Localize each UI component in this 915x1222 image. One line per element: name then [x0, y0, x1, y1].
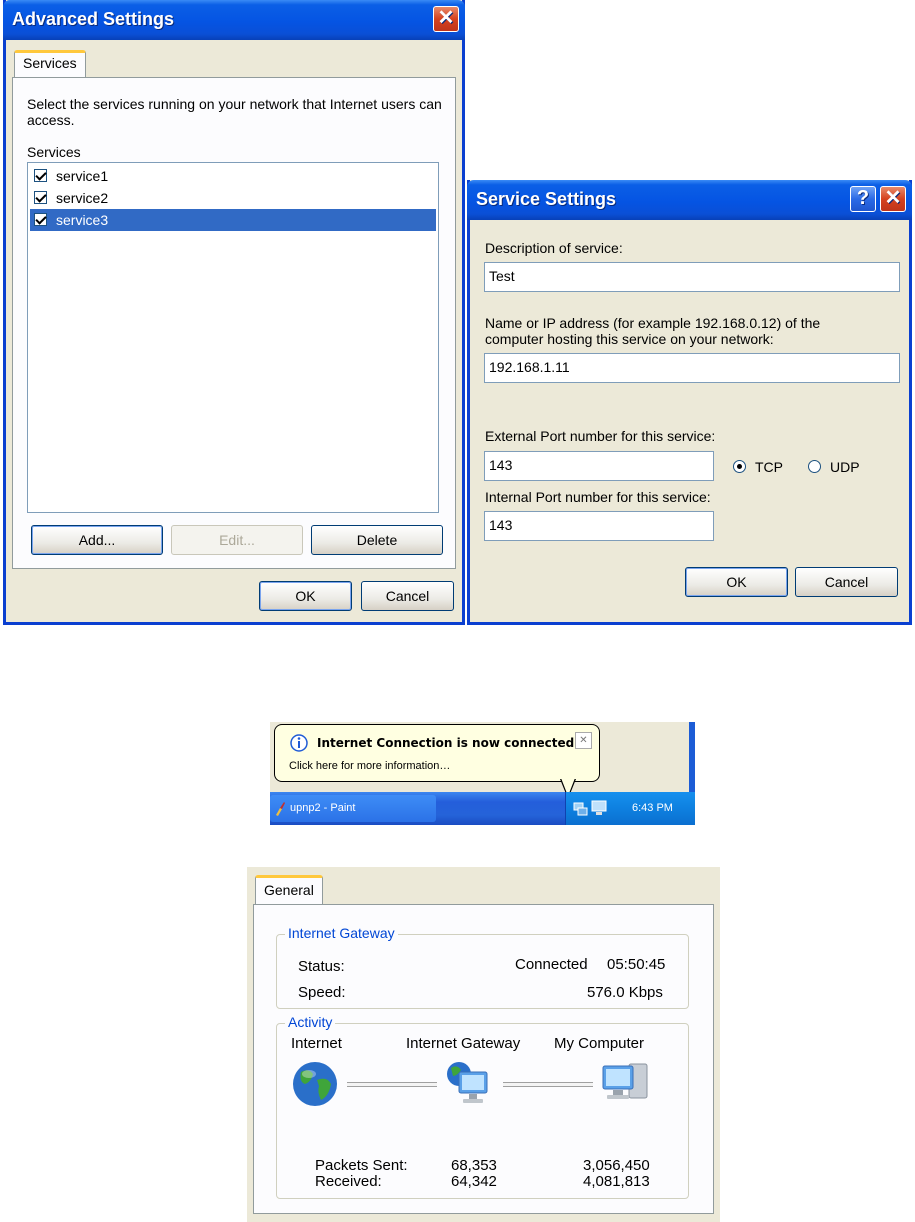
host-address-field[interactable]: 192.168.1.11 — [484, 353, 900, 383]
external-port-label: External Port number for this service: — [485, 428, 716, 444]
connection-status-panel: General Internet Gateway Status: Connect… — [247, 867, 720, 1222]
link-internet-gateway — [347, 1082, 437, 1087]
close-icon[interactable]: ✕ — [880, 186, 906, 212]
computer-packets-sent: 3,056,450 — [583, 1157, 650, 1174]
tab-services[interactable]: Services — [14, 50, 86, 78]
add-button[interactable]: Add... — [31, 525, 163, 555]
activity-group-title: Activity — [285, 1014, 336, 1030]
list-item-service1[interactable]: service1 — [30, 165, 436, 187]
ok-button[interactable]: OK — [685, 567, 788, 597]
host-label-line1: Name or IP address (for example 192.168.… — [485, 315, 821, 331]
notification-message[interactable]: Click here for more information… — [289, 760, 450, 772]
advanced-settings-client: Services Select the services running on … — [6, 40, 462, 622]
gateway-computer-icon — [447, 1062, 488, 1103]
gateway-group: Internet Gateway Status: Connected 05:50… — [276, 925, 689, 1009]
taskbar-notification: Internet Connection is now connected ✕ C… — [270, 722, 695, 825]
status-value: Connected — [515, 956, 588, 973]
received-label: Received: — [315, 1173, 382, 1190]
tcp-label[interactable]: TCP — [755, 459, 783, 475]
internal-port-label: Internal Port number for this service: — [485, 489, 711, 505]
speed-label: Speed: — [298, 984, 346, 1001]
host-label-line2: computer hosting this service on your ne… — [485, 331, 774, 347]
help-icon[interactable]: ? — [850, 186, 876, 212]
gateway-group-title: Internet Gateway — [285, 925, 398, 941]
my-computer-icon — [602, 1063, 648, 1099]
services-list-label: Services — [27, 144, 81, 160]
service-settings-window: Service Settings ? ✕ Description of serv… — [467, 180, 912, 625]
taskbar-item-paint[interactable]: upnp2 - Paint — [270, 795, 436, 822]
node-computer-label: My Computer — [554, 1035, 645, 1052]
gateway-packets-received: 64,342 — [451, 1173, 497, 1190]
list-item-service2[interactable]: service2 — [30, 187, 436, 209]
advanced-settings-title: Advanced Settings — [12, 9, 175, 29]
edit-button[interactable]: Edit... — [171, 525, 303, 555]
node-internet-label: Internet — [291, 1035, 342, 1052]
description-label: Description of service: — [485, 240, 623, 256]
clock[interactable]: 6:43 PM — [632, 802, 673, 814]
system-tray: 6:43 PM — [565, 792, 695, 825]
service-settings-title: Service Settings — [476, 189, 617, 209]
service2-label: service2 — [56, 190, 109, 206]
tcp-radio[interactable] — [733, 460, 746, 473]
service-settings-client: Description of service: Test Name or IP … — [470, 220, 909, 622]
info-icon — [290, 734, 308, 752]
service-settings-titlebar[interactable]: Service Settings ? ✕ — [467, 180, 912, 220]
tab-services-label: Services — [23, 55, 77, 71]
computer-tray-icon[interactable] — [591, 800, 609, 816]
external-port-field[interactable]: 143 — [484, 451, 714, 481]
connection-duration: 05:50:45 — [607, 956, 666, 973]
advanced-settings-window: Advanced Settings ✕ Services Select the … — [3, 0, 465, 625]
internal-port-field[interactable]: 143 — [484, 511, 714, 541]
speed-value: 576.0 Kbps — [587, 984, 663, 1001]
close-icon[interactable]: ✕ — [433, 6, 459, 32]
service1-label: service1 — [56, 168, 109, 184]
services-panel: Select the services running on your netw… — [12, 77, 456, 569]
tab-general[interactable]: General — [255, 875, 323, 905]
computer-packets-received: 4,081,813 — [583, 1173, 650, 1190]
link-gateway-computer — [503, 1082, 593, 1087]
node-gateway-label: Internet Gateway — [406, 1035, 521, 1052]
activity-group: Activity Internet Internet Gateway My Co… — [276, 1014, 689, 1199]
cancel-button[interactable]: Cancel — [361, 581, 454, 611]
notification-title: Internet Connection is now connected — [317, 736, 575, 750]
general-panel: Internet Gateway Status: Connected 05:50… — [253, 904, 714, 1214]
paint-icon — [276, 802, 285, 816]
tab-general-label: General — [264, 882, 314, 898]
notification-balloon[interactable]: Internet Connection is now connected ✕ C… — [274, 724, 600, 782]
udp-label[interactable]: UDP — [830, 459, 860, 475]
udp-radio[interactable] — [808, 460, 821, 473]
gateway-packets-sent: 68,353 — [451, 1157, 497, 1174]
delete-button[interactable]: Delete — [311, 525, 443, 555]
packets-sent-label: Packets Sent: — [315, 1157, 408, 1174]
advanced-settings-titlebar[interactable]: Advanced Settings ✕ — [3, 0, 465, 40]
task-label: upnp2 - Paint — [290, 802, 356, 814]
service3-checkbox[interactable] — [34, 213, 47, 226]
services-list[interactable]: service1 service2 service3 — [27, 162, 439, 513]
notification-close-button[interactable]: ✕ — [575, 732, 592, 749]
globe-icon — [293, 1062, 337, 1106]
description-field[interactable]: Test — [484, 262, 900, 292]
service1-checkbox[interactable] — [34, 169, 47, 182]
services-description: Select the services running on your netw… — [27, 96, 442, 128]
ok-button[interactable]: OK — [259, 581, 352, 611]
list-item-service3[interactable]: service3 — [30, 209, 436, 231]
service3-label: service3 — [56, 212, 109, 228]
cancel-button[interactable]: Cancel — [795, 567, 898, 597]
taskbar: upnp2 - Paint 6:43 PM — [270, 792, 695, 825]
service2-checkbox[interactable] — [34, 191, 47, 204]
network-tray-icon[interactable] — [573, 801, 589, 817]
status-label: Status: — [298, 958, 345, 975]
